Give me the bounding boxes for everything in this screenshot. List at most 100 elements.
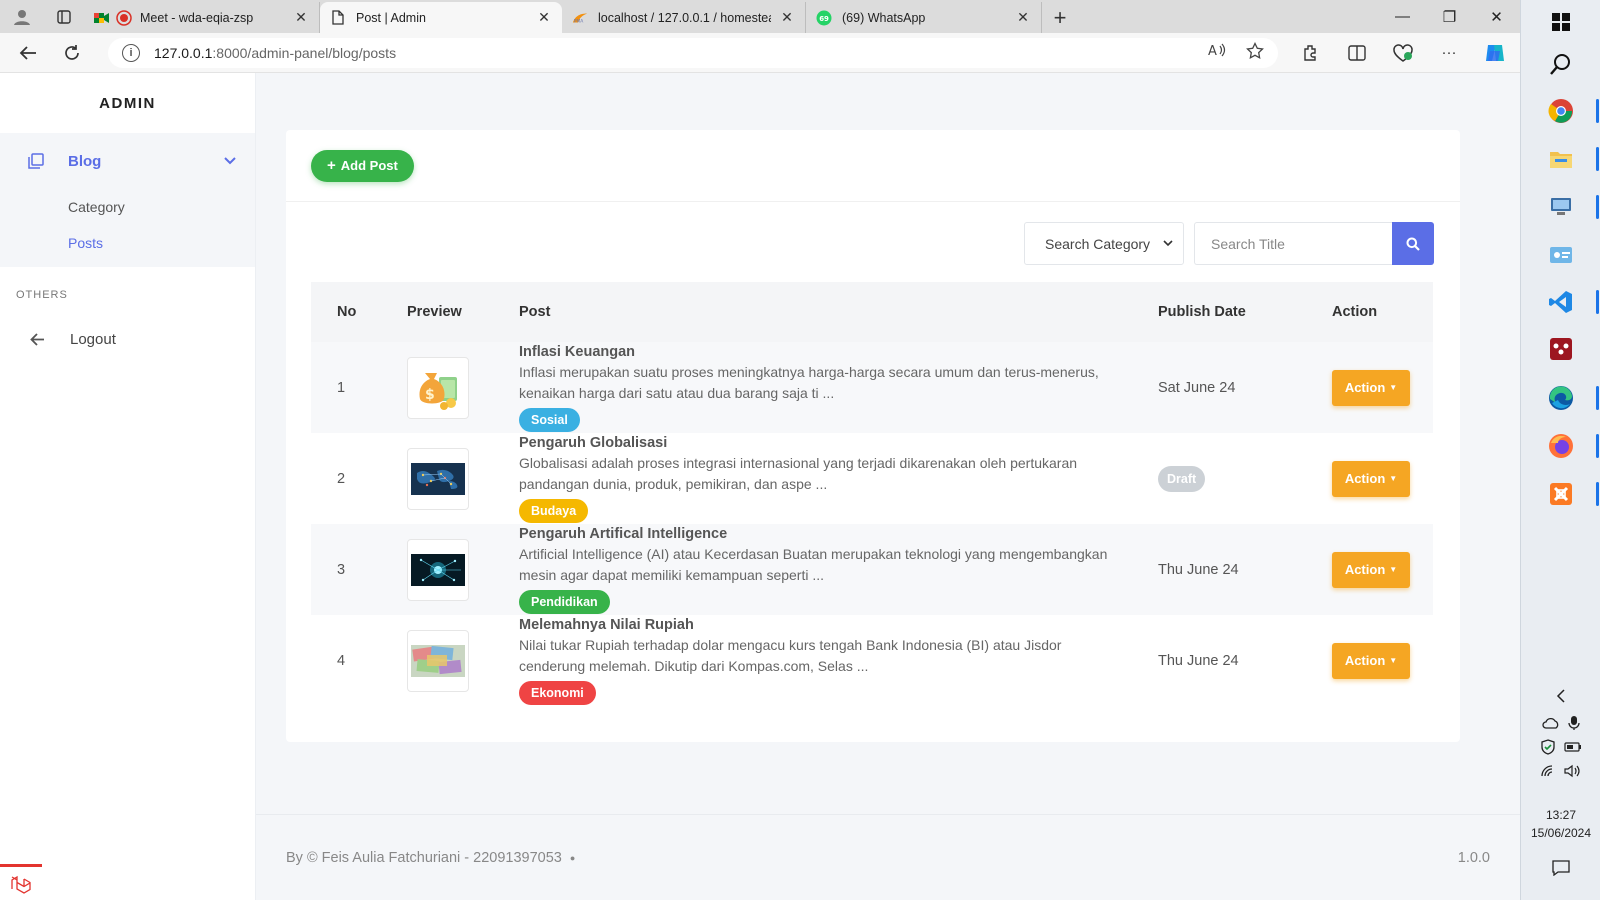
windows-taskbar: 13:27 15/06/2024 [1520,0,1600,900]
volume-icon[interactable] [1564,764,1582,778]
svg-text:69: 69 [819,15,829,23]
action-dropdown-button[interactable]: Action ▼ [1332,369,1410,406]
sidebar-item-category[interactable]: Category [0,189,255,225]
copilot-icon[interactable] [1472,33,1518,73]
edge-icon[interactable] [1521,376,1600,420]
more-menu-icon[interactable]: ··· [1426,33,1472,73]
close-window-icon[interactable]: ✕ [1473,0,1520,33]
preview-cell: $ [407,356,519,419]
mendeley-icon[interactable] [1521,327,1600,371]
active-app-indicator [1596,99,1599,123]
active-app-indicator [1596,386,1599,410]
post-excerpt: Inflasi merupakan suatu proses meningkat… [519,363,1099,401]
browser-tab-phpmyadmin[interactable]: PMA localhost / 127.0.0.1 / homesteac ✕ [562,2,806,33]
tab-actions-icon[interactable] [44,0,84,33]
chevron-down-icon[interactable] [223,156,237,166]
window-controls: — ❐ ✕ [1379,0,1520,33]
column-header-publish-date: Publish Date [1158,304,1246,320]
profile-icon[interactable] [0,0,44,33]
restore-icon[interactable]: ❐ [1426,0,1473,33]
battery-icon[interactable] [1564,741,1582,753]
chrome-icon[interactable] [1521,89,1600,133]
close-tab-icon[interactable]: ✕ [779,9,795,26]
back-button[interactable] [6,33,50,73]
active-app-indicator [1596,434,1599,458]
action-dropdown-button[interactable]: Action ▼ [1332,460,1410,497]
favorite-star-icon[interactable] [1246,41,1264,63]
add-post-button[interactable]: + Add Post [311,149,414,182]
windows-start-icon[interactable] [1521,0,1600,44]
ai-brain-icon [411,553,465,586]
column-header-action: Action [1332,304,1378,320]
split-screen-icon[interactable] [1334,33,1380,73]
clock-time: 13:27 [1545,808,1577,822]
publish-date-cell: Draft [1158,465,1332,492]
sidebar: ADMIN Blog Category Posts OTHERS Logout [0,73,256,900]
reload-button[interactable] [50,33,94,73]
post-excerpt: Nilai tukar Rupiah terhadap dolar mengac… [519,636,1062,674]
sidebar-item-logout[interactable]: Logout [0,313,255,365]
browser-tab-post-admin[interactable]: Post | Admin ✕ [320,2,562,33]
svg-text:$: $ [425,387,435,403]
column-header-preview: Preview [407,304,462,320]
post-title[interactable]: Pengaruh Globalisasi [519,435,1158,451]
onedrive-icon[interactable] [1542,717,1560,729]
file-explorer-icon[interactable] [1521,137,1600,181]
post-title[interactable]: Melemahnya Nilai Rupiah [519,617,1158,633]
tray-row-1 [1521,712,1600,734]
notification-icon[interactable] [1521,846,1600,890]
browser-tab-meet[interactable]: Meet - wda-eqia-zsp ✕ [84,2,320,33]
publish-date: Thu June 24 [1158,561,1239,578]
microphone-icon[interactable] [1568,715,1580,731]
system-clock[interactable]: 13:27 15/06/2024 [1521,806,1600,842]
sidebar-group-blog: Blog Category Posts [0,133,255,267]
post-cell: Pengaruh Globalisasi Globalisasi adalah … [519,435,1158,523]
publish-date: Thu June 24 [1158,652,1239,669]
post-excerpt: Artificial Intelligence (AI) atau Kecerd… [519,545,1108,583]
extensions-icon[interactable] [1288,33,1334,73]
action-cell: Action ▼ [1332,460,1433,497]
admin-app: ADMIN Blog Category Posts OTHERS Logout [0,73,1520,900]
control-panel-icon[interactable] [1521,233,1600,277]
chevron-left-icon[interactable] [1521,684,1600,708]
caret-down-icon: ▼ [1389,474,1398,483]
xampp-icon[interactable] [1521,472,1600,516]
security-shield-icon[interactable] [1540,739,1556,755]
post-title[interactable]: Inflasi Keuangan [519,344,1158,360]
read-aloud-icon[interactable]: A [1208,42,1226,63]
browser-essentials-icon[interactable] [1380,33,1426,73]
chevron-down-icon [1163,240,1173,247]
vscode-icon[interactable] [1521,280,1600,324]
action-label: Action [1344,471,1386,486]
search-button[interactable] [1392,222,1434,265]
search-icon[interactable] [1521,42,1600,86]
site-info-icon[interactable]: i [122,43,140,62]
browser-tab-whatsapp[interactable]: 69 (69) WhatsApp ✕ [806,2,1042,33]
table-header: No Preview Post Publish Date Action [311,282,1433,342]
close-tab-icon[interactable]: ✕ [293,9,309,26]
post-title[interactable]: Pengaruh Artifical Intelligence [519,526,1158,542]
app-version: 1.0.0 [1457,849,1490,866]
search-title-input[interactable]: Search Title [1194,222,1392,265]
tray-row-3 [1521,760,1600,782]
url-field[interactable]: i 127.0.0.1:8000/admin-panel/blog/posts … [108,37,1278,68]
minimize-icon[interactable]: — [1379,0,1426,33]
active-app-indicator [1596,482,1599,506]
category-select[interactable]: Search Category [1024,222,1184,265]
tab-title: (69) WhatsApp [842,10,926,25]
close-tab-icon[interactable]: ✕ [1015,9,1031,26]
firefox-icon[interactable] [1521,424,1600,468]
browser-tab-strip: Meet - wda-eqia-zsp ✕ Post | Admin ✕ PMA… [0,0,1520,33]
page-icon [330,10,346,26]
action-dropdown-button[interactable]: Action ▼ [1332,642,1410,679]
close-tab-icon[interactable]: ✕ [536,9,552,26]
page-footer: By © Feis Aulia Fatchuriani - 2209139705… [256,814,1520,900]
remote-desktop-icon[interactable] [1521,185,1600,229]
new-tab-button[interactable]: + [1042,2,1078,33]
sidebar-item-posts[interactable]: Posts [0,225,255,261]
dot-icon: ● [569,852,576,863]
sidebar-item-blog[interactable]: Blog [0,133,255,189]
post-thumbnail: $ [407,356,469,419]
wifi-icon[interactable] [1540,764,1556,778]
action-dropdown-button[interactable]: Action ▼ [1332,551,1410,588]
